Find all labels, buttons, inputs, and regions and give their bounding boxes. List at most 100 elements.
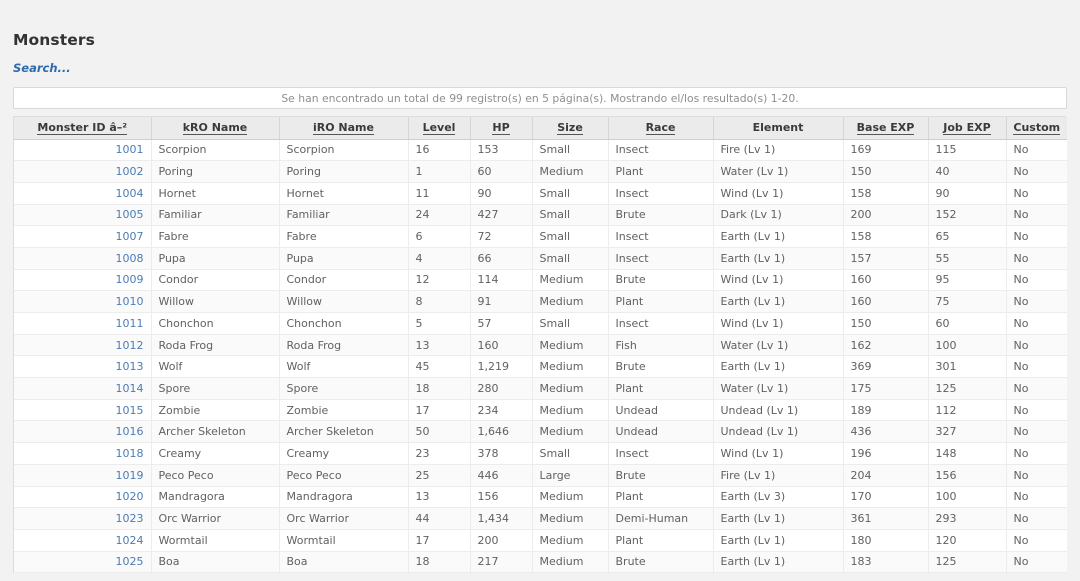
cell-hp: 200 [470,529,533,552]
cell-level: 4 [408,247,471,270]
cell-id[interactable]: 1001 [14,139,152,162]
table-row: 1007 Fabre Fabre 6 72 Small Insect Earth (Lv 1)… [14,225,1067,248]
cell-id[interactable]: 1002 [14,160,152,183]
cell-iro: Orc Warrior [279,507,409,530]
search-link[interactable]: Search... [13,61,71,75]
cell-id[interactable]: 1013 [14,355,152,379]
cell-iro: Hornet [279,182,409,205]
cell-race: Insect [608,225,714,248]
cell-hp: 90 [470,182,533,205]
cell-id[interactable]: 1010 [14,290,152,313]
monster-id-link[interactable]: 1005 [116,208,144,221]
cell-size: Medium [532,377,609,400]
cell-kro: Creamy [151,442,280,465]
cell-custom: No [1006,442,1067,465]
monster-id-link[interactable]: 1001 [116,143,144,156]
column-header-label: Job EXP [943,121,991,136]
column-header-job-exp[interactable]: Job EXP [928,117,1007,140]
cell-hp: 427 [470,204,533,227]
cell-level: 24 [408,204,471,227]
column-header-iro-name[interactable]: iRO Name [279,117,409,140]
cell-size: Small [532,225,609,248]
monster-id-link[interactable]: 1019 [116,469,144,482]
column-header-monster-id[interactable]: Monster ID â–² [14,117,152,140]
cell-id[interactable]: 1023 [14,507,152,530]
cell-job-exp: 125 [928,551,1007,574]
cell-custom: No [1006,399,1067,422]
cell-size: Medium [532,507,609,530]
monster-id-link[interactable]: 1004 [116,187,144,200]
cell-level: 16 [408,139,471,162]
cell-base-exp: 150 [843,160,929,183]
column-header-label: iRO Name [313,121,374,136]
cell-base-exp: 189 [843,399,929,422]
cell-id[interactable]: 1009 [14,269,152,292]
cell-size: Medium [532,551,609,574]
table-row: 1018 Creamy Creamy 23 378 Small Insect Wind (Lv… [14,442,1067,465]
cell-kro: Spore [151,377,280,400]
monsters-table-container: Monster ID â–² kRO Name iRO Name Level HP Siz… [13,116,1067,574]
cell-id[interactable]: 1012 [14,334,152,357]
monster-id-link[interactable]: 1002 [116,165,144,178]
column-header-custom[interactable]: Custom [1006,117,1067,140]
cell-level: 17 [408,399,471,422]
column-header-hp[interactable]: HP [470,117,533,140]
monster-id-link[interactable]: 1009 [116,273,144,286]
cell-race: Undead [608,420,714,444]
column-header-label: Base EXP [856,121,915,136]
cell-id[interactable]: 1014 [14,377,152,400]
monster-id-link[interactable]: 1016 [116,425,144,438]
column-header-label: Element [752,121,804,135]
monster-id-link[interactable]: 1014 [116,382,144,395]
monster-id-link[interactable]: 1007 [116,230,144,243]
monster-id-link[interactable]: 1015 [116,404,144,417]
cell-id[interactable]: 1007 [14,225,152,248]
monster-id-link[interactable]: 1012 [116,339,144,352]
monster-id-link[interactable]: 1023 [116,512,144,525]
cell-level: 23 [408,442,471,465]
cell-job-exp: 65 [928,225,1007,248]
cell-size: Small [532,247,609,270]
cell-element: Undead (Lv 1) [713,399,844,422]
monster-id-link[interactable]: 1011 [116,317,144,330]
cell-base-exp: 183 [843,551,929,574]
cell-iro: Wolf [279,355,409,379]
cell-size: Medium [532,355,609,379]
column-header-level[interactable]: Level [408,117,471,140]
cell-base-exp: 175 [843,377,929,400]
table-body: 1001 Scorpion Scorpion 16 153 Small Insect Fire… [14,139,1067,574]
cell-level: 5 [408,312,471,335]
monster-id-link[interactable]: 1018 [116,447,144,460]
monster-id-link[interactable]: 1008 [116,252,144,265]
cell-level: 18 [408,377,471,400]
cell-id[interactable]: 1004 [14,182,152,205]
monster-id-link[interactable]: 1020 [116,490,144,503]
cell-id[interactable]: 1005 [14,204,152,227]
cell-id[interactable]: 1011 [14,312,152,335]
column-header-size[interactable]: Size [532,117,609,140]
cell-id[interactable]: 1020 [14,486,152,509]
cell-hp: 234 [470,399,533,422]
cell-kro: Chonchon [151,312,280,335]
cell-id[interactable]: 1008 [14,247,152,270]
column-header-kro-name[interactable]: kRO Name [151,117,280,140]
cell-size: Small [532,312,609,335]
cell-size: Small [532,139,609,162]
cell-id[interactable]: 1024 [14,529,152,552]
cell-level: 44 [408,507,471,530]
cell-level: 25 [408,464,471,487]
cell-id[interactable]: 1016 [14,420,152,444]
cell-id[interactable]: 1015 [14,399,152,422]
monster-id-link[interactable]: 1010 [116,295,144,308]
monster-id-link[interactable]: 1025 [116,555,144,568]
cell-id[interactable]: 1019 [14,464,152,487]
column-header-race[interactable]: Race [608,117,714,140]
cell-id[interactable]: 1025 [14,551,152,574]
cell-iro: Familiar [279,204,409,227]
monster-id-link[interactable]: 1013 [116,360,144,373]
cell-iro: Creamy [279,442,409,465]
cell-size: Small [532,204,609,227]
monster-id-link[interactable]: 1024 [116,534,144,547]
cell-id[interactable]: 1018 [14,442,152,465]
column-header-base-exp[interactable]: Base EXP [843,117,929,140]
